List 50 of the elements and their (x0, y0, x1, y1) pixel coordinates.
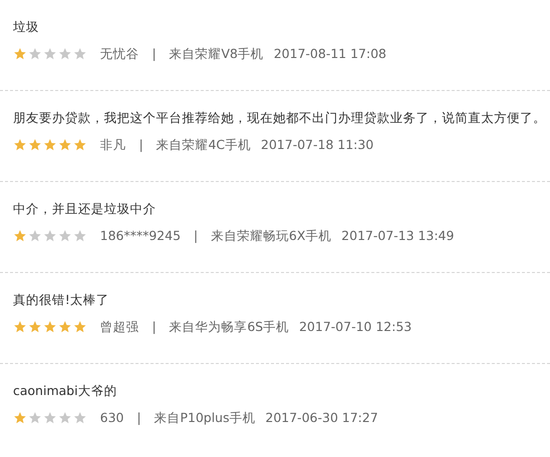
device-label: 来自荣耀V8手机 (169, 46, 264, 62)
star-filled-icon (58, 320, 72, 334)
user-name: 曾超强 (100, 319, 139, 335)
star-empty-icon (43, 229, 57, 243)
star-filled-icon (28, 138, 42, 152)
review-text: 垃圾 (13, 19, 40, 35)
review-time: 2017-07-10 12:53 (299, 319, 412, 335)
separator: | (136, 410, 142, 426)
star-empty-icon (73, 47, 87, 61)
star-empty-icon (58, 229, 72, 243)
star-filled-icon (13, 411, 27, 425)
user-name: 186****9245 (100, 228, 181, 244)
device-label: 来自华为畅享6S手机 (169, 319, 290, 335)
star-empty-icon (28, 411, 42, 425)
review-text: 真的很错!太棒了 (13, 292, 110, 308)
star-empty-icon (73, 229, 87, 243)
star-empty-icon (58, 47, 72, 61)
review-text: 中介，并且还是垃圾中介 (13, 201, 157, 217)
review-text: 朋友要办贷款，我把这个平台推荐给她，现在她都不出门办理贷款业务了，说简直太方便了。 (13, 110, 547, 126)
separator: | (194, 228, 198, 244)
device-label: 来自P10plus手机 (154, 410, 256, 426)
device-label: 来自荣耀畅玩6X手机 (210, 228, 332, 244)
star-empty-icon (43, 47, 57, 61)
review-time: 2017-08-11 17:08 (274, 46, 386, 62)
star-filled-icon (73, 320, 87, 334)
user-name: 非凡 (100, 137, 126, 153)
star-filled-icon (13, 138, 27, 152)
device-label: 来自荣耀4C手机 (156, 137, 251, 153)
review-time: 2017-07-13 13:49 (341, 228, 454, 244)
review-time: 2017-06-30 17:27 (265, 410, 378, 426)
star-filled-icon (28, 320, 42, 334)
star-empty-icon (28, 47, 42, 61)
star-empty-icon (73, 411, 87, 425)
star-filled-icon (13, 320, 27, 334)
user-name: 无忧谷 (100, 46, 139, 62)
star-filled-icon (43, 138, 57, 152)
star-empty-icon (58, 411, 72, 425)
separator: | (139, 137, 144, 153)
review-text: caonimabi大爷的 (13, 383, 118, 399)
star-filled-icon (13, 47, 27, 61)
review-time: 2017-07-18 11:30 (260, 137, 374, 153)
star-filled-icon (43, 320, 57, 334)
star-filled-icon (73, 138, 87, 152)
user-name: 630 (100, 410, 124, 426)
star-empty-icon (43, 411, 57, 425)
separator: | (152, 46, 156, 62)
star-filled-icon (58, 138, 72, 152)
star-filled-icon (13, 229, 27, 243)
separator: | (152, 319, 156, 335)
star-empty-icon (28, 229, 42, 243)
